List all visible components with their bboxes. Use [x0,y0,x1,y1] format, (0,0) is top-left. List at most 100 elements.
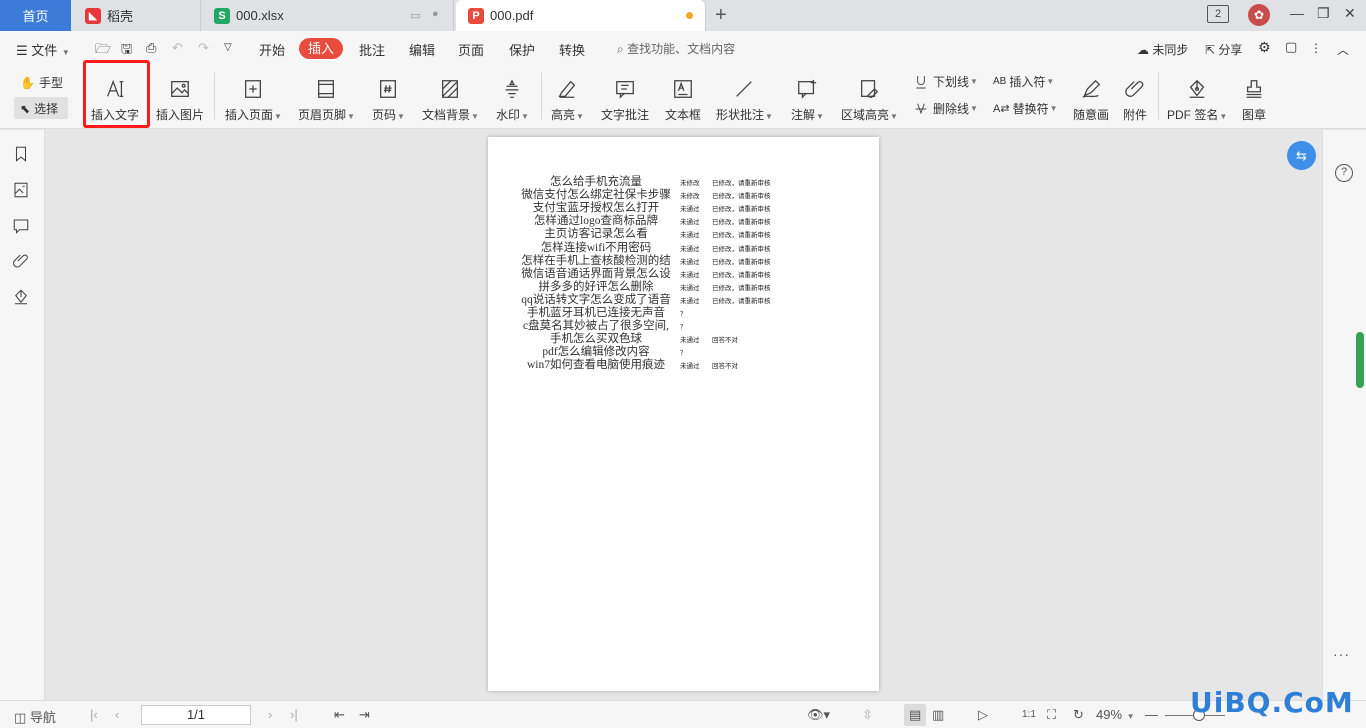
tab-daoke[interactable]: ◣ 稻壳 [73,0,201,31]
message-icon[interactable]: ▢ [1285,39,1297,55]
split-view-icon[interactable]: ⇳ [862,707,873,723]
monitor-icon[interactable]: ▭ [410,9,420,22]
window-count-button[interactable]: 2 [1207,5,1229,23]
search-input[interactable]: ⌕ 查找功能、文档内容 [617,40,735,57]
tab-xlsx[interactable]: S 000.xlsx ▭ ● [202,0,454,31]
undo-icon[interactable]: ↶ [172,40,183,56]
note-icon [795,76,819,102]
rotate-icon[interactable]: ↻ [1073,707,1084,723]
stamp-icon [1242,76,1266,102]
last-page-icon[interactable]: ›| [290,707,298,722]
underline-icon [916,75,926,88]
gear-icon[interactable]: ⚙ [1258,39,1271,56]
quick-access-dropdown-icon[interactable]: ▽ [224,42,232,53]
save-icon[interactable]: 🖫 [121,40,132,62]
menu-page[interactable]: 页面 [458,40,484,59]
tab-pdf[interactable]: P 000.pdf [456,0,706,31]
doc-background-button[interactable]: 文档背景▼ [422,69,479,123]
review-note-text: 已修改，请重新审核 [712,297,771,305]
insert-text-highlight-annotation [83,60,150,128]
tab-home[interactable]: 首页 [0,0,71,31]
page-number-button[interactable]: 页码▼ [372,69,405,123]
menu-start[interactable]: 开始 [259,40,285,59]
spreadsheet-icon: S [214,7,230,24]
review-note-text: 已修改，请重新审核 [712,232,771,240]
menu-comment[interactable]: 批注 [359,40,385,59]
attachment-button[interactable]: 附件 [1123,69,1147,123]
left-panel [0,130,45,700]
text-box-button[interactable]: 文本框 [665,69,701,123]
sync-button[interactable]: ☁ 未同步 [1137,41,1188,58]
avatar[interactable]: ✿ [1248,4,1270,26]
help-icon[interactable]: ? [1335,164,1353,182]
convert-icon: ⇆ [1296,148,1307,163]
menu-protect[interactable]: 保护 [509,40,535,59]
thumbnail-icon[interactable] [12,181,32,201]
first-page-icon[interactable]: |‹ [90,707,98,722]
unsaved-dot-icon: ● [432,8,439,20]
search-icon: ⌕ [617,42,624,56]
area-highlight-button[interactable]: 区域高亮▼ [841,69,898,123]
highlighter-icon [555,76,579,102]
tab-bar: 首页 ◣ 稻壳 S 000.xlsx ▭ ● P 000.pdf + 2 ✿ —… [0,0,1366,31]
annotation-button[interactable]: 注解▼ [791,69,824,123]
insert-page-button[interactable]: 插入页面▼ [225,69,282,123]
double-page-icon[interactable]: ▥ [932,707,944,723]
insert-symbol-button[interactable]: AB 插入符 ▼ [993,73,1054,90]
pdf-sign-button[interactable]: PDF 签名▼ [1167,69,1227,123]
redo-icon[interactable]: ↷ [198,40,209,56]
prev-page-icon[interactable]: ‹ [115,707,119,722]
site-watermark: UiBQ.CoM [1190,686,1354,719]
zoom-out-icon[interactable]: — [1145,707,1158,722]
replace-symbol-button[interactable]: A⇄ 替换符 ▼ [993,100,1058,117]
text-comment-button[interactable]: 文字批注 [601,69,649,123]
attachment-panel-icon[interactable] [12,252,32,272]
share-icon: ⇱ [1205,43,1216,57]
navigation-button[interactable]: ◫ 导航 [14,707,56,726]
bookmark-icon[interactable] [12,145,32,165]
menu-convert[interactable]: 转换 [559,40,585,59]
underline-button[interactable]: 下划线 ▼ [913,73,978,90]
new-tab-button[interactable]: + [715,4,727,27]
convert-float-button[interactable]: ⇆ [1287,141,1316,170]
pdf-page[interactable]: 怎么给手机充流量 未修改 已修改，请重新审核 微信支付怎么绑定社保卡步骤 未修改 已修改，… [488,137,879,691]
single-page-icon[interactable]: ▤ [909,707,921,723]
freehand-button[interactable]: 随意画 [1073,69,1109,123]
next-page-icon[interactable]: › [268,707,272,722]
strikethrough-icon [915,103,927,114]
insert-image-button[interactable]: 插入图片 [156,69,204,123]
page-number-input[interactable]: 1/1 [141,705,251,725]
select-tool-button[interactable]: ⬉ 选择 [20,100,58,117]
print-icon[interactable]: ⎙ [146,40,156,56]
fit-page-icon[interactable]: ⛶ [1047,707,1056,723]
restore-icon[interactable]: ❐ [1317,5,1330,22]
eye-protection-icon[interactable]: 👁▾ [807,707,830,723]
signature-panel-icon[interactable] [12,288,32,308]
more-options-icon[interactable]: ··· [1333,646,1350,662]
header-footer-button[interactable]: 页眉页脚▼ [298,69,355,123]
more-icon[interactable]: ⋮ [1310,41,1322,55]
back-view-icon[interactable]: ⇤ [334,707,345,723]
menu-edit[interactable]: 编辑 [409,40,435,59]
collapse-ribbon-icon[interactable]: ︿ [1337,41,1349,58]
watermark-button[interactable]: 水印▼ [496,69,529,123]
stamp-button[interactable]: 图章 [1242,69,1266,123]
zoom-dropdown[interactable]: 49% ▼ [1096,707,1135,722]
highlight-button[interactable]: 高亮▼ [551,69,584,123]
strikethrough-button[interactable]: 删除线 ▼ [913,100,978,117]
shape-comment-button[interactable]: 形状批注▼ [716,69,773,123]
document-canvas[interactable]: 怎么给手机充流量 未修改 已修改，请重新审核 微信支付怎么绑定社保卡步骤 未修改 已修改，… [46,130,1322,700]
hand-tool-button[interactable]: ✋ 手型 [20,74,63,91]
menu-insert[interactable]: 插入 [299,38,343,59]
play-icon[interactable]: ▷ [978,707,988,723]
close-icon[interactable]: ✕ [1344,5,1356,22]
forward-view-icon[interactable]: ⇥ [359,707,370,723]
open-icon[interactable]: 🗁 [95,40,111,62]
actual-size-icon[interactable]: 1:1 [1022,709,1036,720]
vertical-scrollbar[interactable] [1356,332,1364,388]
comment-panel-icon[interactable] [12,217,32,237]
header-footer-icon [314,76,338,102]
share-button[interactable]: ⇱ 分享 [1205,41,1242,58]
minimize-icon[interactable]: — [1290,5,1304,21]
file-menu[interactable]: ☰ 文件 ▼ [16,40,70,59]
